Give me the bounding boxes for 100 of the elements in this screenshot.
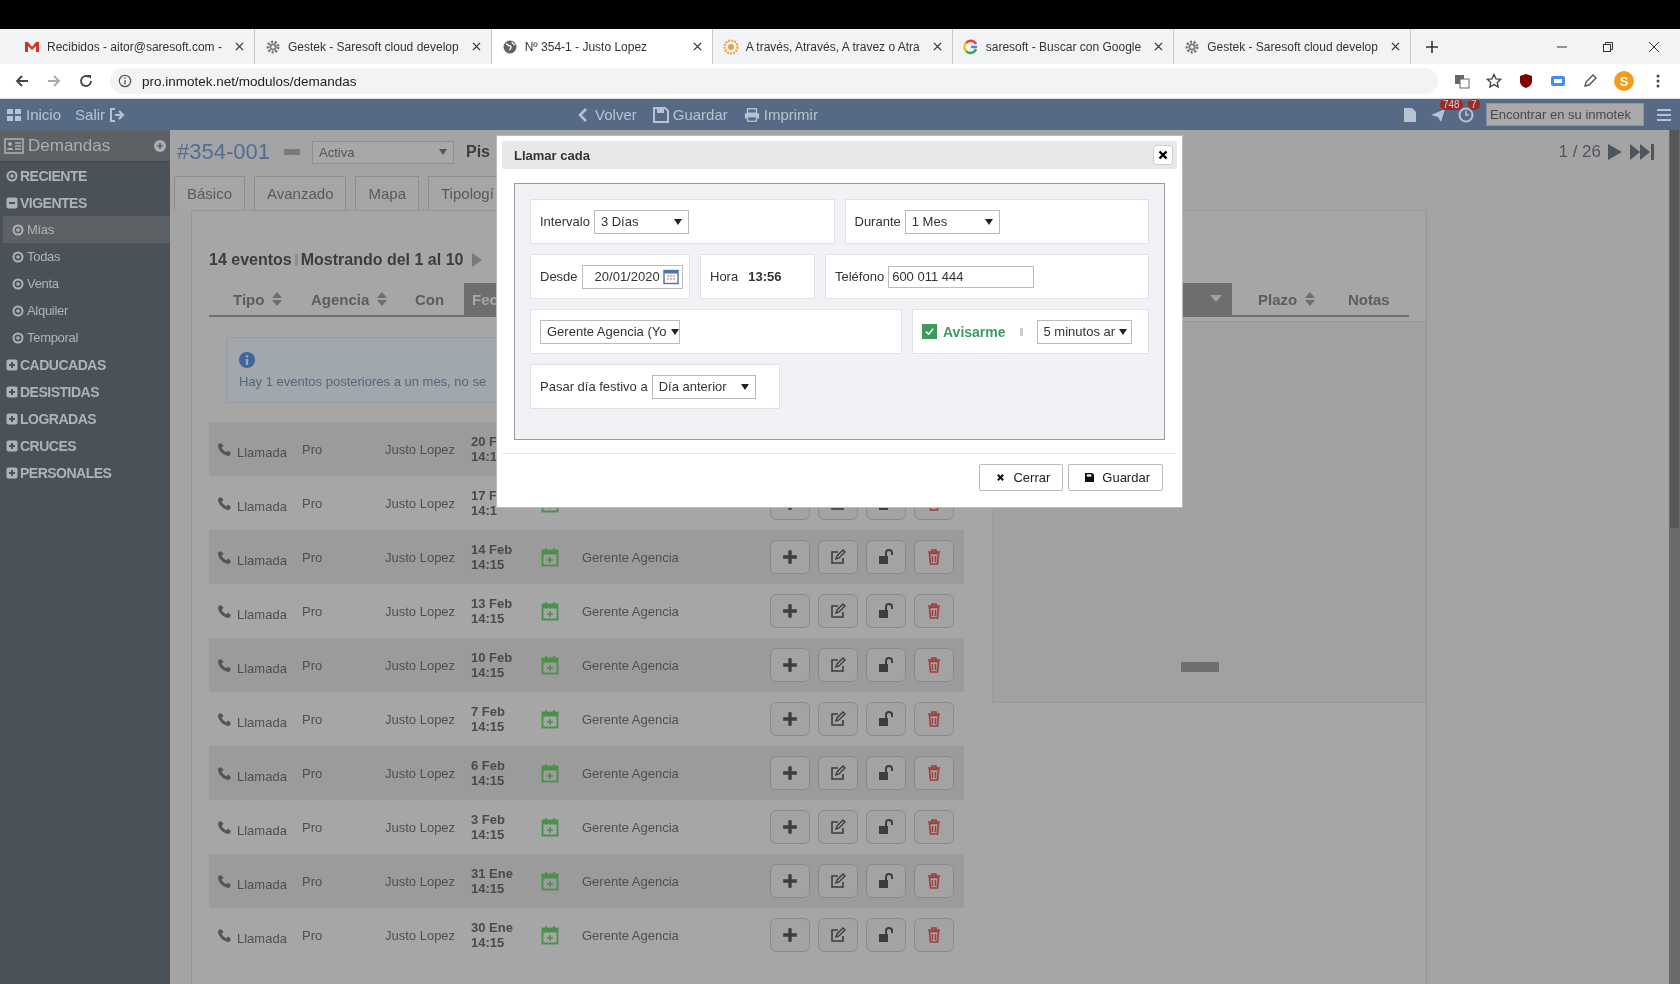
last-page-icon[interactable] <box>1629 143 1655 161</box>
sidebar-item[interactable]: DESISTIDAS <box>0 378 170 405</box>
edit-button[interactable] <box>818 648 859 682</box>
event-row[interactable]: Llamada Pro Justo Lopez 10 Feb 14:15 Gerente Agencia <box>209 638 965 692</box>
close-button[interactable] <box>1153 145 1173 165</box>
add-button[interactable] <box>770 702 811 736</box>
restore-icon[interactable] <box>1602 40 1614 53</box>
add-button[interactable] <box>770 648 811 682</box>
sidebar-subitem[interactable]: Todas <box>3 243 170 270</box>
add-icon[interactable] <box>154 139 166 152</box>
back-icon[interactable] <box>14 73 30 89</box>
menu-icon[interactable] <box>1656 106 1672 123</box>
column-header[interactable]: Con <box>405 283 464 315</box>
forward-icon[interactable] <box>46 73 62 89</box>
column-header[interactable]: Plazo <box>1232 283 1338 315</box>
status-select[interactable]: Activa <box>312 140 454 164</box>
clock-icon[interactable] <box>1458 106 1474 123</box>
sidebar-subitem[interactable]: Mías <box>3 216 170 243</box>
sidebar-item[interactable]: RECIENTE <box>0 162 170 189</box>
unlock-button[interactable] <box>866 594 907 628</box>
delete-button[interactable] <box>914 648 955 682</box>
event-row[interactable]: Llamada Pro Justo Lopez 31 Ene 14:15 Gerente Agencia <box>209 854 965 908</box>
record-tab[interactable]: Básico <box>174 176 246 210</box>
close-icon[interactable] <box>471 42 481 51</box>
sidebar-subitem[interactable]: Venta <box>3 270 170 297</box>
add-button[interactable] <box>770 540 811 574</box>
profile-avatar[interactable]: S <box>1614 71 1634 91</box>
browser-tab[interactable]: Nº 354-1 - Justo Lopez <box>491 29 713 64</box>
unlock-button[interactable] <box>866 540 907 574</box>
sidebar-item[interactable]: LOGRADAS <box>0 405 170 432</box>
add-button[interactable] <box>770 594 811 628</box>
assignee-select[interactable]: Gerente Agencia (Yo <box>540 319 680 344</box>
event-row[interactable]: Llamada Pro Justo Lopez 30 Ene 14:15 Gerente Agencia <box>209 908 965 962</box>
scrollbar-thumb[interactable] <box>1670 130 1679 528</box>
unlock-button[interactable] <box>866 756 907 790</box>
unlock-button[interactable] <box>866 864 907 898</box>
delete-button[interactable] <box>914 540 955 574</box>
delete-button[interactable] <box>914 702 955 736</box>
header-link[interactable]: Guardar <box>652 106 728 123</box>
close-icon[interactable] <box>932 42 942 51</box>
edit-button[interactable] <box>818 594 859 628</box>
sidebar-item[interactable]: VIGENTES <box>0 189 170 216</box>
notify-checkbox[interactable]: Avisarme <box>922 323 1006 340</box>
sidebar-subitem[interactable]: Temporal <box>3 324 170 351</box>
add-button[interactable] <box>770 918 811 952</box>
edit-button[interactable] <box>818 810 859 844</box>
translate-icon[interactable] <box>1454 73 1470 89</box>
close-icon[interactable] <box>234 42 244 51</box>
add-button[interactable] <box>770 810 811 844</box>
add-button[interactable] <box>770 864 811 898</box>
close-icon[interactable] <box>692 42 702 51</box>
edit-button[interactable] <box>818 864 859 898</box>
calendar-icon[interactable] <box>662 268 679 285</box>
edit-button[interactable] <box>818 702 859 736</box>
event-row[interactable]: Llamada Pro Justo Lopez 7 Feb 14:15 Gerente Agencia <box>209 692 965 746</box>
delete-button[interactable] <box>914 594 955 628</box>
pen-icon[interactable] <box>1582 73 1598 89</box>
record-tab[interactable]: Mapa <box>355 176 419 210</box>
event-row[interactable]: Llamada Pro Justo Lopez 6 Feb 14:15 Gerente Agencia <box>209 746 965 800</box>
shield-icon[interactable] <box>1518 73 1534 89</box>
duration-select[interactable]: 1 Mes <box>904 209 1000 234</box>
new-tab-icon[interactable] <box>1424 39 1439 54</box>
event-row[interactable]: Llamada Pro Justo Lopez 14 Feb 14:15 Gerente Agencia <box>209 530 965 584</box>
address-field[interactable]: pro.inmotek.net/modulos/demandas <box>110 68 1438 94</box>
star-icon[interactable] <box>1486 73 1502 89</box>
date-field[interactable]: 20/01/2020 <box>581 264 683 289</box>
reload-icon[interactable] <box>78 73 94 89</box>
header-link[interactable]: Volver <box>575 106 637 123</box>
cancel-button[interactable]: Cerrar <box>979 464 1064 491</box>
extension-icon[interactable] <box>1550 73 1566 89</box>
column-header[interactable]: Notas <box>1338 283 1390 315</box>
header-link[interactable]: Imprimir <box>743 106 818 123</box>
sidebar-item[interactable]: PERSONALES <box>0 459 170 486</box>
save-button[interactable]: Guardar <box>1068 464 1163 491</box>
sidebar-subitem[interactable]: Alquiler <box>3 297 170 324</box>
close-icon[interactable] <box>1648 40 1660 53</box>
reminder-select[interactable]: 5 minutos ar <box>1036 319 1132 344</box>
unlock-button[interactable] <box>866 648 907 682</box>
sidebar-item[interactable]: CADUCADAS <box>0 351 170 378</box>
close-icon[interactable] <box>1390 42 1400 51</box>
event-row[interactable]: Llamada Pro Justo Lopez 13 Feb 14:15 Gerente Agencia <box>209 584 965 638</box>
next-icon[interactable] <box>1607 143 1623 161</box>
header-link[interactable]: Salir <box>75 106 126 123</box>
interval-select[interactable]: 3 Días <box>593 209 689 234</box>
column-header[interactable]: Tipo <box>209 283 311 315</box>
edit-button[interactable] <box>818 540 859 574</box>
unlock-button[interactable] <box>866 810 907 844</box>
event-row[interactable]: Llamada Pro Justo Lopez 3 Feb 14:15 Gerente Agencia <box>209 800 965 854</box>
delete-button[interactable] <box>914 810 955 844</box>
add-button[interactable] <box>770 756 811 790</box>
header-link[interactable]: Inicio <box>6 106 62 123</box>
column-header[interactable]: Agencia <box>311 283 405 315</box>
document-icon[interactable] <box>1402 106 1418 123</box>
phone-field[interactable]: 600 011 444 <box>888 265 1035 288</box>
holiday-select[interactable]: Día anterior <box>651 374 756 399</box>
delete-button[interactable] <box>914 918 955 952</box>
search-field[interactable]: Encontrar en su inmotek <box>1486 103 1644 126</box>
close-icon[interactable] <box>1154 42 1164 51</box>
record-tab[interactable]: Avanzado <box>254 176 347 210</box>
edit-button[interactable] <box>818 918 859 952</box>
